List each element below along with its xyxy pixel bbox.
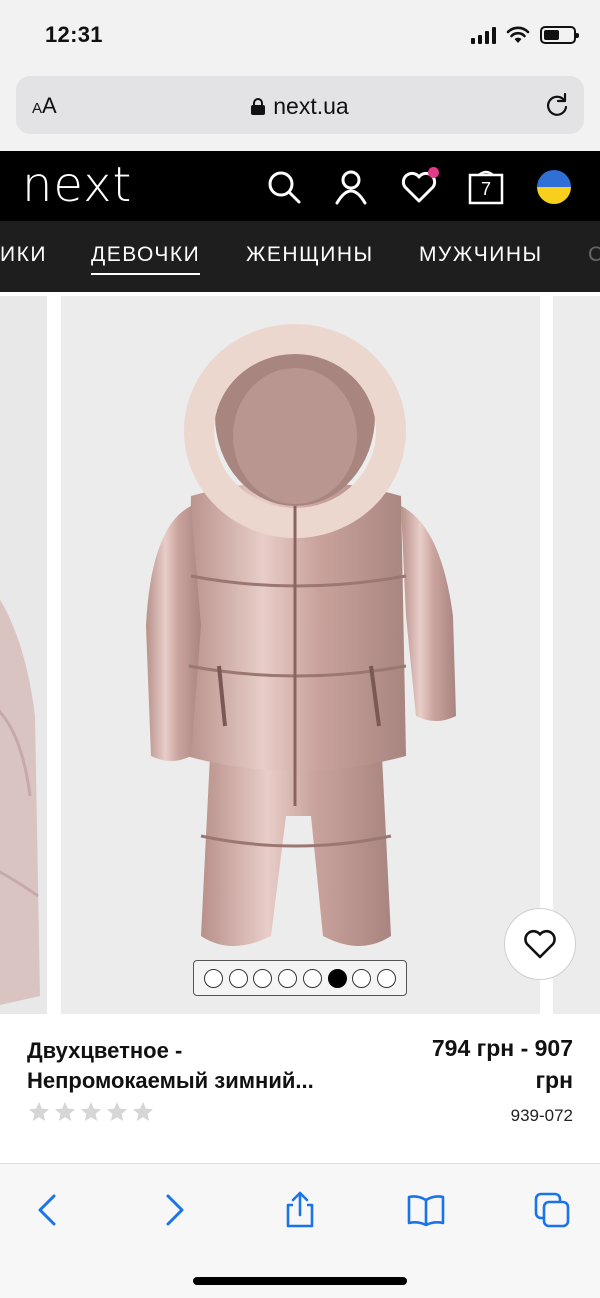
product-code: 939-072 xyxy=(510,1106,573,1125)
cart-count: 7 xyxy=(480,179,491,199)
next-slide-image[interactable] xyxy=(553,296,600,1014)
product-main-image[interactable] xyxy=(61,296,540,1014)
nav-item-girls[interactable]: ДЕВОЧКИ xyxy=(91,243,201,275)
nav-item-kids[interactable]: ИКИ xyxy=(0,243,47,267)
product-gallery[interactable] xyxy=(0,296,600,1014)
bookmarks-book-icon[interactable] xyxy=(406,1190,446,1230)
status-bar: 12:31 xyxy=(0,0,600,72)
star-icon xyxy=(133,1102,153,1121)
gallery-dot[interactable] xyxy=(203,968,223,988)
forward-arrow-icon[interactable] xyxy=(154,1190,194,1230)
add-to-favourites-button[interactable] xyxy=(504,908,576,980)
nav-item-next[interactable]: С xyxy=(588,243,600,267)
home-indicator xyxy=(193,1277,407,1285)
gallery-pagination[interactable] xyxy=(193,960,407,996)
gallery-dot[interactable] xyxy=(278,968,298,988)
bag-icon[interactable]: 7 xyxy=(466,167,506,207)
gallery-dot[interactable] xyxy=(228,968,248,988)
rating-stars xyxy=(27,1100,155,1124)
status-time: 12:31 xyxy=(45,22,103,47)
previous-slide-image[interactable] xyxy=(0,296,47,1014)
tabs-icon[interactable] xyxy=(532,1190,572,1230)
reload-icon[interactable] xyxy=(544,92,570,118)
nav-item-men[interactable]: МУЖЧИНЫ xyxy=(419,243,543,267)
wifi-icon xyxy=(506,26,530,43)
star-icon xyxy=(81,1102,101,1121)
product-title-line2: Непромокаемый зимний... xyxy=(27,1068,314,1093)
lock-icon xyxy=(251,98,266,115)
product-price: 794 грн - 907 грн xyxy=(373,1032,573,1096)
gallery-dot[interactable] xyxy=(302,968,322,988)
search-icon[interactable] xyxy=(264,167,304,207)
account-icon[interactable] xyxy=(331,167,371,207)
price-line1: 794 грн - 907 xyxy=(431,1035,573,1061)
gallery-dot[interactable] xyxy=(327,968,347,988)
product-title[interactable]: Двухцветное - Непромокаемый зимний... xyxy=(27,1036,387,1096)
category-nav: ИКИ ДЕВОЧКИ ЖЕНЩИНЫ МУЖЧИНЫ С xyxy=(0,221,600,292)
star-icon xyxy=(55,1102,75,1121)
gallery-dot[interactable] xyxy=(352,968,372,988)
share-icon[interactable] xyxy=(280,1190,320,1230)
browser-address-area: AA next.ua xyxy=(0,72,600,152)
ukraine-flag-icon[interactable] xyxy=(534,167,574,207)
status-icons xyxy=(471,26,579,44)
heart-icon xyxy=(524,929,556,959)
star-icon xyxy=(29,1102,49,1121)
battery-icon xyxy=(540,26,579,44)
nav-item-women[interactable]: ЖЕНЩИНЫ xyxy=(246,243,374,267)
site-header: next 7 xyxy=(0,151,600,221)
star-icon xyxy=(107,1102,127,1121)
cellular-signal-icon xyxy=(471,26,496,44)
back-arrow-icon[interactable] xyxy=(28,1190,68,1230)
gallery-dot[interactable] xyxy=(377,968,397,988)
product-title-line1: Двухцветное - xyxy=(27,1038,183,1063)
price-line2: грн xyxy=(535,1067,573,1093)
url-text[interactable]: next.ua xyxy=(273,93,348,119)
wishlist-indicator-dot xyxy=(428,167,439,178)
site-logo[interactable]: next xyxy=(22,157,132,213)
address-bar[interactable]: AA next.ua xyxy=(16,76,584,134)
gallery-dot[interactable] xyxy=(253,968,273,988)
